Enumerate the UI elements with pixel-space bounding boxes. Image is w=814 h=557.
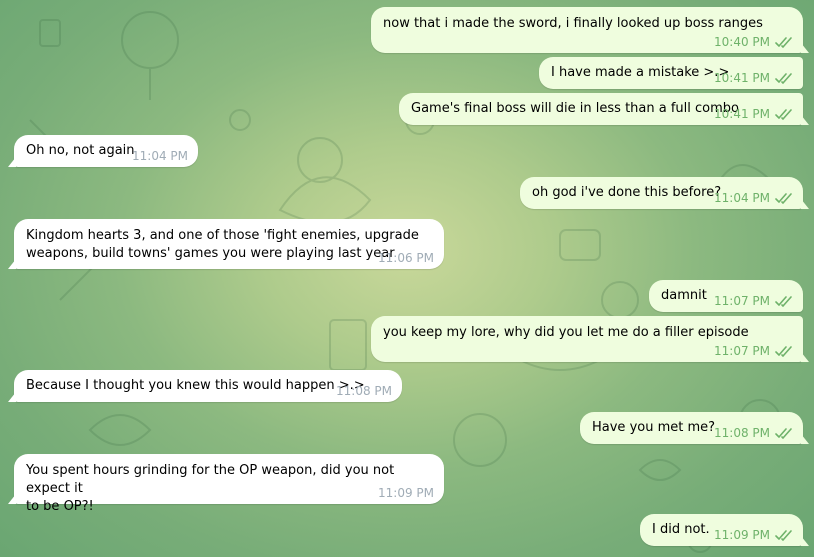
message-text: now that i made the sword, i finally loo… bbox=[383, 16, 763, 31]
message-time: 10:41 PM bbox=[714, 71, 770, 85]
double-check-icon bbox=[775, 295, 793, 307]
message-meta: 11:04 PM bbox=[714, 191, 793, 205]
message-time: 10:40 PM bbox=[714, 35, 770, 49]
message-bubble-outgoing[interactable]: Have you met me? 11:08 PM bbox=[580, 412, 809, 444]
chat-message-list: now that i made the sword, i finally loo… bbox=[0, 0, 814, 557]
message-bubble-outgoing[interactable]: now that i made the sword, i finally loo… bbox=[371, 7, 809, 53]
message-text: you keep my lore, why did you let me do … bbox=[383, 325, 749, 340]
message-bubble-incoming[interactable]: Because I thought you knew this would ha… bbox=[8, 370, 402, 402]
message-time: 11:04 PM bbox=[132, 149, 188, 163]
message-meta: 11:09 PM bbox=[714, 528, 793, 542]
message-meta: 10:41 PM bbox=[714, 71, 793, 85]
double-check-icon bbox=[775, 192, 793, 204]
message-meta: 11:07 PM bbox=[714, 294, 793, 308]
message-text: I have made a mistake >.> bbox=[551, 65, 730, 80]
message-meta: 11:08 PM bbox=[714, 426, 793, 440]
message-time: 11:08 PM bbox=[714, 426, 770, 440]
double-check-icon bbox=[775, 108, 793, 120]
message-time: 11:04 PM bbox=[714, 191, 770, 205]
message-bubble-incoming[interactable]: Oh no, not again 11:04 PM bbox=[8, 135, 198, 167]
message-bubble-outgoing[interactable]: I did not. 11:09 PM bbox=[640, 514, 809, 546]
message-time: 10:41 PM bbox=[714, 107, 770, 121]
message-text: You spent hours grinding for the OP weap… bbox=[26, 463, 395, 514]
message-time: 11:09 PM bbox=[378, 486, 434, 500]
message-bubble-outgoing[interactable]: damnit 11:07 PM bbox=[649, 280, 803, 312]
message-meta: 11:09 PM bbox=[378, 486, 434, 500]
message-text: Kingdom hearts 3, and one of those 'figh… bbox=[26, 228, 419, 261]
message-text: Game's final boss will die in less than … bbox=[411, 101, 739, 116]
message-bubble-outgoing[interactable]: I have made a mistake >.> 10:41 PM bbox=[539, 57, 803, 89]
double-check-icon bbox=[775, 529, 793, 541]
message-time: 11:06 PM bbox=[378, 251, 434, 265]
message-text: oh god i've done this before? bbox=[532, 185, 722, 200]
double-check-icon bbox=[775, 36, 793, 48]
double-check-icon bbox=[775, 72, 793, 84]
message-text: Because I thought you knew this would ha… bbox=[26, 378, 365, 393]
message-text: damnit bbox=[661, 288, 707, 303]
message-time: 11:08 PM bbox=[336, 384, 392, 398]
message-bubble-outgoing[interactable]: oh god i've done this before? 11:04 PM bbox=[520, 177, 809, 209]
message-meta: 11:06 PM bbox=[378, 251, 434, 265]
double-check-icon bbox=[775, 427, 793, 439]
double-check-icon bbox=[775, 345, 793, 357]
message-time: 11:09 PM bbox=[714, 528, 770, 542]
message-bubble-outgoing[interactable]: you keep my lore, why did you let me do … bbox=[371, 316, 809, 362]
message-time: 11:07 PM bbox=[714, 344, 770, 358]
message-meta: 11:04 PM bbox=[132, 149, 188, 163]
message-text: Have you met me? bbox=[592, 420, 716, 435]
message-bubble-outgoing[interactable]: Game's final boss will die in less than … bbox=[399, 93, 809, 125]
message-meta: 11:07 PM bbox=[714, 344, 793, 358]
message-bubble-incoming[interactable]: You spent hours grinding for the OP weap… bbox=[8, 454, 444, 514]
message-text: Oh no, not again bbox=[26, 143, 135, 158]
message-meta: 10:41 PM bbox=[714, 107, 793, 121]
message-meta: 10:40 PM bbox=[714, 35, 793, 49]
message-time: 11:07 PM bbox=[714, 294, 770, 308]
message-bubble-incoming[interactable]: Kingdom hearts 3, and one of those 'figh… bbox=[8, 219, 444, 269]
message-text: I did not. bbox=[652, 522, 710, 537]
message-meta: 11:08 PM bbox=[336, 384, 392, 398]
